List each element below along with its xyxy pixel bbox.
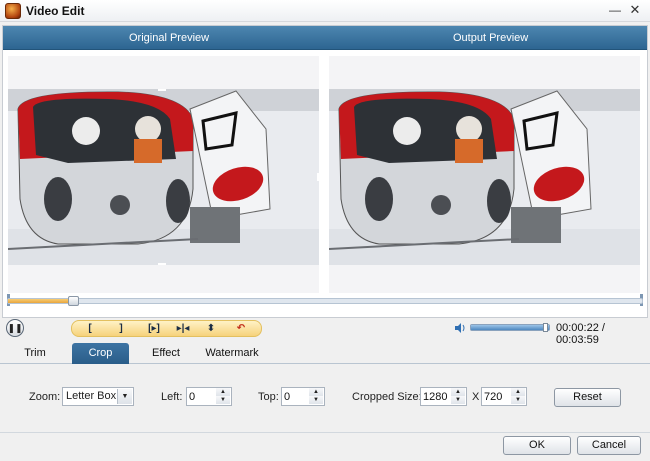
footer-divider: [0, 432, 650, 433]
edit-tool-group: [ ] [▸] ▸|◂ ⬍ ↶: [71, 320, 262, 337]
zoom-select[interactable]: Letter Box ▼: [62, 387, 134, 406]
crop-handle-top[interactable]: [158, 89, 166, 91]
cancel-button[interactable]: Cancel: [577, 436, 641, 455]
top-label: Top:: [258, 391, 279, 403]
zoom-value: Letter Box: [66, 390, 117, 402]
spinner-down-icon[interactable]: ▼: [451, 396, 465, 404]
left-input[interactable]: [189, 389, 213, 404]
tab-crop[interactable]: Crop: [72, 343, 129, 364]
crop-width-input[interactable]: [423, 389, 448, 404]
crop-height-input[interactable]: [484, 389, 508, 404]
app-icon: [5, 3, 21, 19]
tab-watermark[interactable]: Watermark: [202, 343, 262, 364]
window-title: Video Edit: [26, 4, 85, 18]
playback-controls: ❚❚ [ ] [▸] ▸|◂ ⬍ ↶ 00:00:22 / 00:03:59: [0, 318, 650, 346]
close-button[interactable]: ✕: [628, 3, 642, 17]
original-preview-label: Original Preview: [129, 32, 210, 44]
reset-button[interactable]: Reset: [554, 388, 621, 407]
seek-bar[interactable]: [7, 296, 643, 306]
zoom-label: Zoom:: [29, 391, 61, 403]
speaker-icon[interactable]: [455, 323, 466, 333]
spinner-up-icon[interactable]: ▲: [309, 388, 323, 396]
next-segment-icon[interactable]: ▸|◂: [171, 321, 195, 336]
ok-button[interactable]: OK: [503, 436, 571, 455]
output-preview-label: Output Preview: [453, 32, 529, 44]
spinner-up-icon[interactable]: ▲: [451, 388, 465, 396]
top-spinner[interactable]: ▲ ▼: [281, 387, 325, 406]
spinner-up-icon[interactable]: ▲: [216, 388, 230, 396]
play-segment-icon[interactable]: [▸]: [142, 321, 166, 336]
crop-width-spinner[interactable]: ▲ ▼: [420, 387, 467, 406]
mark-out-icon[interactable]: ]: [111, 321, 131, 336]
volume-slider[interactable]: [470, 323, 550, 332]
mark-in-icon[interactable]: [: [80, 321, 100, 336]
crop-height-spinner[interactable]: ▲ ▼: [481, 387, 527, 406]
left-label: Left:: [161, 391, 183, 403]
seek-progress: [8, 299, 68, 303]
seek-thumb[interactable]: [68, 296, 79, 306]
helicopter-image-output: [329, 89, 640, 265]
original-video-frame[interactable]: [8, 89, 319, 265]
tab-effect[interactable]: Effect: [145, 343, 187, 364]
minimize-button[interactable]: —: [608, 3, 622, 17]
preview-panel: Original Preview Output Preview: [2, 25, 648, 318]
output-video-frame: [329, 89, 640, 265]
output-preview-pane: [329, 56, 640, 293]
crop-settings: Zoom: Letter Box ▼ Left: ▲ ▼ Top: ▲ ▼ Cr…: [0, 385, 650, 411]
chevron-down-icon[interactable]: ▼: [117, 389, 132, 404]
crop-handle-right[interactable]: [317, 173, 319, 181]
top-input[interactable]: [284, 389, 306, 404]
split-icon[interactable]: ⬍: [201, 321, 221, 336]
volume-level: [471, 325, 549, 330]
title-bar: Video Edit — ✕: [0, 0, 650, 22]
helicopter-image: [8, 89, 319, 265]
tab-trim[interactable]: Trim: [14, 343, 56, 364]
edit-tabs: Trim Crop Effect Watermark: [0, 342, 650, 364]
size-separator: X: [472, 391, 480, 403]
cropped-size-label: Cropped Size:: [352, 391, 422, 403]
pause-button[interactable]: ❚❚: [6, 319, 24, 337]
spinner-down-icon[interactable]: ▼: [216, 396, 230, 404]
volume-thumb[interactable]: [543, 323, 548, 332]
crop-handle-bottom[interactable]: [158, 263, 166, 265]
left-spinner[interactable]: ▲ ▼: [186, 387, 232, 406]
undo-icon[interactable]: ↶: [231, 321, 251, 336]
spinner-down-icon[interactable]: ▼: [309, 396, 323, 404]
spinner-down-icon[interactable]: ▼: [511, 396, 525, 404]
original-preview-pane[interactable]: [8, 56, 319, 293]
preview-header: Original Preview Output Preview: [3, 26, 647, 50]
spinner-up-icon[interactable]: ▲: [511, 388, 525, 396]
